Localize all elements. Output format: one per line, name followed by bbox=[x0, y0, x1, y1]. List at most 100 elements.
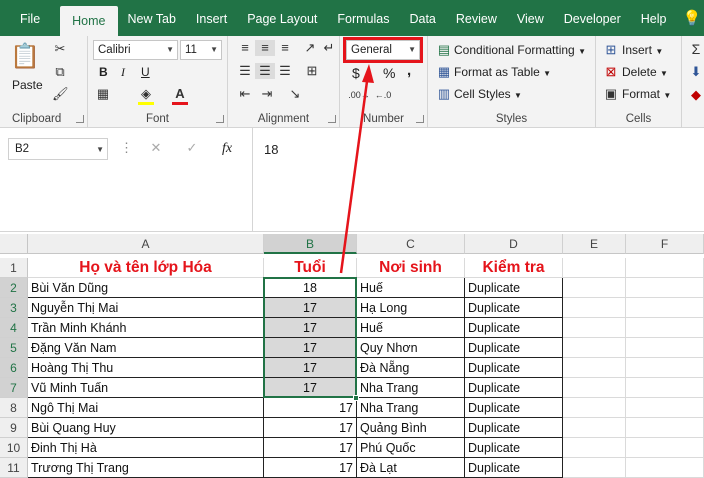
tab-page-layout[interactable]: Page Layout bbox=[237, 0, 327, 36]
row-header[interactable]: 2 bbox=[0, 278, 28, 298]
cell[interactable]: Huế bbox=[357, 318, 465, 338]
cell[interactable]: Duplicate bbox=[465, 438, 563, 458]
cell[interactable]: Duplicate bbox=[465, 418, 563, 438]
copy-icon[interactable]: ⧉ bbox=[52, 64, 68, 80]
cell[interactable]: 17 bbox=[264, 458, 357, 478]
formula-input[interactable]: 18 bbox=[264, 141, 278, 159]
format-as-table-button[interactable]: Format as Table ▼ bbox=[454, 63, 551, 83]
cell[interactable] bbox=[563, 338, 626, 358]
cell[interactable]: Hạ Long bbox=[357, 298, 465, 318]
cell[interactable] bbox=[626, 338, 704, 358]
fill-handle[interactable] bbox=[353, 395, 359, 401]
cell[interactable]: 17 bbox=[264, 298, 357, 318]
tab-formulas[interactable]: Formulas bbox=[327, 0, 399, 36]
increase-indent-icon[interactable]: ⇥ bbox=[258, 86, 276, 102]
paste-icon[interactable]: 📋 bbox=[10, 42, 40, 72]
autosum-icon[interactable]: Σ bbox=[688, 41, 704, 57]
cell[interactable]: 18 bbox=[264, 278, 357, 298]
header-cell[interactable]: Tuổi bbox=[264, 258, 357, 278]
cell[interactable]: Đà Lạt bbox=[357, 458, 465, 478]
column-header-c[interactable]: C bbox=[357, 234, 465, 254]
orientation-icon[interactable]: ↗ bbox=[302, 40, 318, 56]
header-cell[interactable]: Họ và tên lớp Hóa bbox=[28, 258, 264, 278]
currency-button[interactable]: $ bbox=[352, 64, 360, 82]
fill-color-icon[interactable]: ◈ bbox=[138, 86, 154, 105]
cell[interactable] bbox=[626, 378, 704, 398]
font-size-combo[interactable]: 11 ▼ bbox=[180, 40, 222, 60]
row-header[interactable]: 10 bbox=[0, 438, 28, 458]
insert-button[interactable]: Insert ▼ bbox=[622, 41, 663, 61]
tab-new-tab[interactable]: New Tab bbox=[118, 0, 186, 36]
row-header[interactable]: 1 bbox=[0, 258, 28, 278]
decrease-decimal-icon[interactable]: ←.0 bbox=[372, 87, 394, 103]
align-center-icon[interactable]: ☰ bbox=[255, 63, 275, 79]
cell[interactable]: Ngô Thị Mai bbox=[28, 398, 264, 418]
wrap-text-icon[interactable]: ↵ bbox=[322, 40, 336, 56]
cell[interactable]: Đà Nẵng bbox=[357, 358, 465, 378]
cell[interactable]: Đặng Văn Nam bbox=[28, 338, 264, 358]
underline-button[interactable]: U bbox=[141, 63, 150, 81]
cell[interactable]: Nguyễn Thị Mai bbox=[28, 298, 264, 318]
column-header-f[interactable]: F bbox=[626, 234, 704, 254]
tab-data[interactable]: Data bbox=[399, 0, 445, 36]
number-launcher-icon[interactable] bbox=[416, 115, 424, 123]
cell[interactable] bbox=[626, 278, 704, 298]
select-all-corner[interactable] bbox=[0, 234, 28, 254]
cell[interactable] bbox=[563, 278, 626, 298]
borders-icon[interactable]: ▦ bbox=[95, 86, 111, 102]
cell[interactable] bbox=[563, 458, 626, 478]
cell[interactable]: Nha Trang bbox=[357, 378, 465, 398]
cell[interactable]: Quy Nhơn bbox=[357, 338, 465, 358]
align-top-icon[interactable]: ≡ bbox=[236, 40, 254, 56]
cell[interactable]: 17 bbox=[264, 398, 357, 418]
cell[interactable]: Vũ Minh Tuấn bbox=[28, 378, 264, 398]
tab-help[interactable]: Help bbox=[631, 0, 677, 36]
cell[interactable]: Duplicate bbox=[465, 338, 563, 358]
row-header[interactable]: 6 bbox=[0, 358, 28, 378]
fill-icon[interactable]: ⬇ bbox=[688, 64, 704, 80]
name-box[interactable]: B2 ▼ bbox=[8, 138, 108, 160]
format-button[interactable]: Format ▼ bbox=[622, 85, 671, 105]
tab-developer[interactable]: Developer bbox=[554, 0, 631, 36]
align-bottom-icon[interactable]: ≡ bbox=[276, 40, 294, 56]
cell[interactable]: Duplicate bbox=[465, 398, 563, 418]
row-header[interactable]: 3 bbox=[0, 298, 28, 318]
column-header-e[interactable]: E bbox=[563, 234, 626, 254]
header-cell[interactable] bbox=[563, 258, 626, 278]
cell[interactable]: Duplicate bbox=[465, 318, 563, 338]
delete-cells-icon[interactable]: ⊠ bbox=[603, 64, 619, 80]
cell-styles-button[interactable]: Cell Styles ▼ bbox=[454, 85, 522, 105]
paste-button[interactable]: Paste bbox=[12, 76, 43, 94]
tab-review[interactable]: Review bbox=[446, 0, 507, 36]
cancel-icon[interactable]: ✕ bbox=[148, 140, 164, 156]
cell[interactable]: Huế bbox=[357, 278, 465, 298]
delete-button[interactable]: Delete ▼ bbox=[622, 63, 668, 83]
bold-button[interactable]: B bbox=[99, 63, 108, 81]
insert-cells-icon[interactable]: ⊞ bbox=[603, 42, 619, 58]
cut-icon[interactable]: ✂ bbox=[52, 41, 68, 57]
column-header-b[interactable]: B bbox=[264, 234, 357, 254]
cell[interactable] bbox=[563, 398, 626, 418]
decrease-indent-icon[interactable]: ⇤ bbox=[236, 86, 254, 102]
font-color-icon[interactable]: A bbox=[172, 86, 188, 105]
cell[interactable]: Trần Minh Khánh bbox=[28, 318, 264, 338]
row-header[interactable]: 11 bbox=[0, 458, 28, 478]
conditional-formatting-button[interactable]: Conditional Formatting ▼ bbox=[454, 41, 586, 61]
cell[interactable] bbox=[626, 438, 704, 458]
cell[interactable]: Duplicate bbox=[465, 458, 563, 478]
format-as-table-icon[interactable]: ▦ bbox=[436, 64, 452, 80]
cell[interactable] bbox=[563, 298, 626, 318]
cell[interactable] bbox=[626, 398, 704, 418]
cell[interactable] bbox=[626, 418, 704, 438]
row-header[interactable]: 8 bbox=[0, 398, 28, 418]
clear-icon[interactable]: ◆ bbox=[688, 87, 704, 103]
column-header-a[interactable]: A bbox=[28, 234, 264, 254]
font-launcher-icon[interactable] bbox=[216, 115, 224, 123]
cell[interactable]: 17 bbox=[264, 378, 357, 398]
column-header-d[interactable]: D bbox=[465, 234, 563, 254]
align-left-icon[interactable]: ☰ bbox=[236, 63, 254, 79]
cell[interactable]: Trương Thị Trang bbox=[28, 458, 264, 478]
comma-button[interactable]: , bbox=[407, 62, 411, 80]
row-header[interactable]: 9 bbox=[0, 418, 28, 438]
conditional-formatting-icon[interactable]: ▤ bbox=[436, 42, 452, 58]
